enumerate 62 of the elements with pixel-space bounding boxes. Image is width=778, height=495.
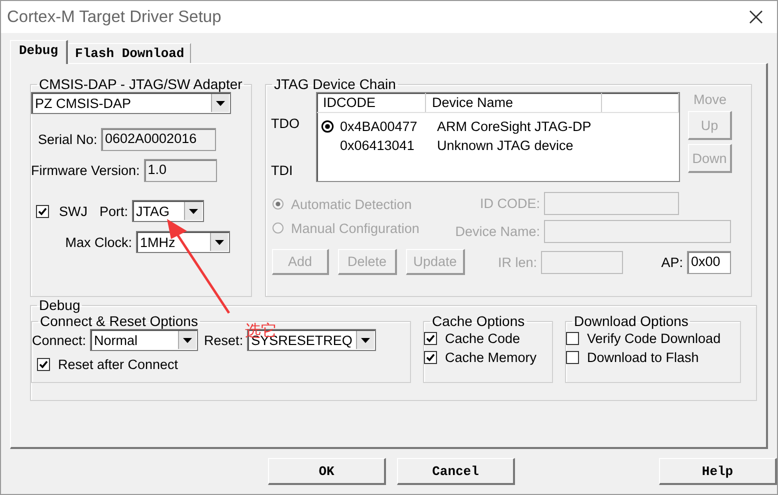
checkbox[interactable] (566, 351, 579, 364)
group-title: Download Options (573, 313, 690, 329)
checkbox[interactable] (566, 332, 579, 345)
checkbox-label: Reset after Connect (58, 357, 178, 372)
group-title: JTAG Device Chain (273, 76, 397, 92)
port-dropdown[interactable]: JTAG (132, 200, 204, 222)
table-cell: Unknown JTAG device (437, 138, 574, 153)
radio-label: Manual Configuration (291, 220, 420, 236)
device-name-field[interactable] (544, 220, 731, 243)
tab[interactable]: Flash Download (68, 43, 192, 63)
field-label: IR len: (496, 254, 538, 270)
radio-label: Automatic Detection (291, 196, 412, 212)
clock-dropdown[interactable]: 1MHz (136, 231, 230, 253)
caret-icon (216, 100, 225, 106)
ap-field[interactable]: 0x00 (687, 250, 731, 274)
dialog-button[interactable]: OK (268, 458, 386, 485)
caret-icon (189, 208, 198, 214)
tdo-label: TDO (271, 116, 300, 131)
close-icon[interactable] (749, 10, 763, 24)
checkbox-label: Verify Code Download (587, 331, 721, 346)
field-label: Port: (98, 204, 129, 218)
field-label: Serial No: (37, 132, 98, 147)
serial-field: 0602A0002016 (101, 128, 216, 151)
tdi-label: TDI (271, 163, 294, 178)
checkbox[interactable] (37, 358, 50, 371)
checkbox-label: Download to Flash (587, 350, 699, 365)
table-cell: ARM CoreSight JTAG-DP (437, 118, 592, 134)
dialog-button[interactable]: Cancel (397, 458, 515, 485)
selected-radio-icon (321, 120, 334, 132)
checkbox-label: Cache Code (445, 331, 520, 346)
dialog-button[interactable]: Help (659, 458, 777, 485)
field-label: Firmware Version: (31, 163, 141, 178)
column-header[interactable]: Device Name (426, 93, 602, 112)
connect-dropdown[interactable]: Normal (90, 329, 198, 351)
ir-len-field[interactable] (541, 250, 623, 274)
field-label: Device Name: (454, 224, 541, 239)
caret-icon (361, 338, 370, 342)
group-title: Debug (38, 297, 82, 313)
column-header[interactable]: IDCODE (317, 93, 426, 112)
group-title: Cache Options (431, 313, 526, 329)
field-label: AP: (660, 254, 684, 270)
id-code-field[interactable] (544, 192, 679, 215)
window-title: Cortex-M Target Driver Setup (7, 8, 222, 26)
table-cell-text: 0x06413041 (340, 138, 416, 153)
checkbox-label: SWJ (59, 204, 88, 218)
field-label: Reset: (204, 332, 244, 348)
group-title: CMSIS-DAP - JTAG/SW Adapter (38, 76, 244, 92)
move-label: Move (693, 92, 726, 107)
group-title: Connect & Reset Options (39, 313, 199, 329)
field-label: Max Clock: (64, 234, 133, 250)
checkbox[interactable] (424, 332, 437, 345)
checkbox[interactable] (36, 204, 49, 218)
tab[interactable]: Debug (10, 40, 68, 64)
field-label: Connect: (32, 332, 88, 348)
checkbox-label: Cache Memory (445, 350, 537, 365)
adapter-dropdown[interactable]: PZ CMSIS-DAP (31, 92, 231, 114)
field-label: ID CODE: (478, 196, 541, 211)
table-cell-text: 0x4BA00477 (340, 118, 418, 134)
firmware-field: 1.0 (144, 159, 217, 182)
checkbox[interactable] (424, 351, 437, 364)
caret-icon (215, 240, 224, 244)
caret-icon (183, 338, 192, 342)
